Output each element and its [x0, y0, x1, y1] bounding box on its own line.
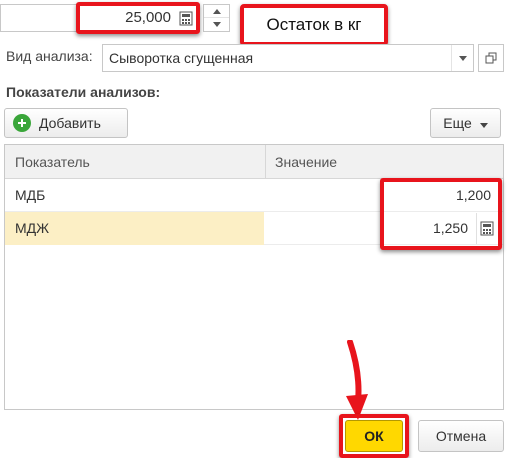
spinner-down-icon[interactable]	[204, 18, 229, 31]
quantity-highlight	[76, 2, 200, 34]
column-header-value[interactable]: Значение	[275, 154, 337, 170]
column-header-indicator[interactable]: Показатель	[15, 154, 90, 170]
cancel-button[interactable]: Отмена	[418, 420, 504, 452]
chevron-down-icon	[479, 115, 488, 131]
spinner-up-icon[interactable]	[204, 5, 229, 18]
table-header: Показатель Значение	[5, 145, 503, 179]
values-highlight	[380, 178, 502, 250]
cell-indicator: МДЖ	[15, 220, 50, 236]
plus-circle-icon	[13, 114, 31, 132]
chevron-down-icon[interactable]	[451, 45, 473, 71]
add-button[interactable]: Добавить	[4, 108, 128, 138]
more-button[interactable]: Еще	[430, 108, 501, 138]
analysis-type-label: Вид анализа:	[6, 48, 93, 64]
quantity-stepper[interactable]	[203, 4, 230, 32]
red-arrow	[346, 340, 368, 420]
open-form-icon[interactable]	[478, 44, 504, 72]
callout-remaining-kg: Остаток в кг	[240, 4, 388, 46]
section-title: Показатели анализов:	[6, 84, 161, 100]
ok-button[interactable]: ОК	[345, 420, 403, 452]
add-button-label: Добавить	[39, 115, 101, 131]
analysis-type-select[interactable]: Сыворотка сгущенная	[102, 44, 474, 72]
analysis-type-value: Сыворотка сгущенная	[109, 50, 254, 66]
column-divider	[265, 145, 266, 179]
more-button-label: Еще	[443, 115, 472, 131]
cell-indicator: МДБ	[15, 187, 46, 203]
